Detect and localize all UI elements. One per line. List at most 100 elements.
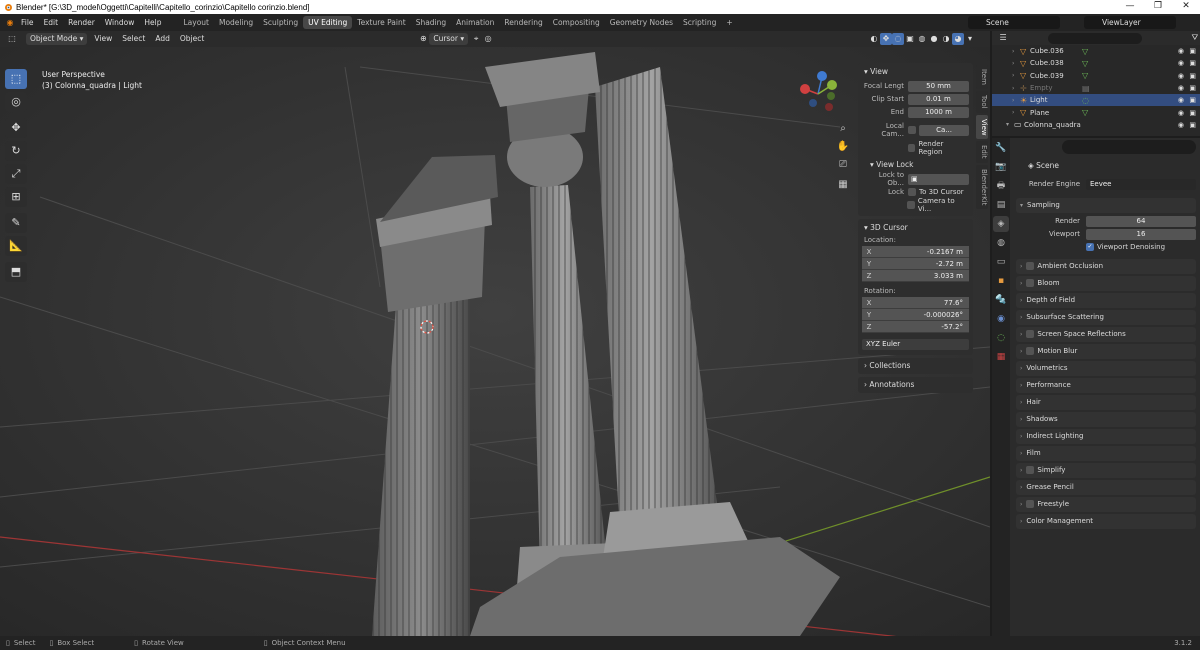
blender-menu-icon[interactable]: ◉: [4, 17, 16, 29]
focal-length-field[interactable]: 50 mm: [908, 80, 969, 92]
scale-tool-icon[interactable]: ⤢: [5, 164, 27, 184]
motion-blur-checkbox[interactable]: [1026, 347, 1035, 355]
view-layer-tab-icon[interactable]: ▤: [993, 197, 1009, 213]
sampling-panel-header[interactable]: ▾ Sampling: [1016, 198, 1196, 213]
shading-options-icon[interactable]: ▾: [964, 33, 976, 45]
gizmo-icon[interactable]: ✥: [880, 33, 892, 45]
tool-settings-tab-icon[interactable]: 🔧: [993, 140, 1009, 156]
move-tool-icon[interactable]: ✥: [5, 118, 27, 138]
cursor-tool-icon[interactable]: ◎: [5, 92, 27, 112]
visibility-eye-icon[interactable]: ◉: [1178, 84, 1184, 92]
outliner-search-input[interactable]: [1048, 32, 1142, 44]
local-camera-field[interactable]: Ca...: [919, 124, 969, 136]
3d-viewport[interactable]: User Perspective (3) Colonna_quadra | Li…: [0, 47, 990, 636]
outliner-editor-icon[interactable]: ☰: [998, 32, 1008, 44]
rotation-mode-dropdown[interactable]: XYZ Euler: [862, 338, 969, 350]
cursor-location-y[interactable]: Y -2.72 m: [862, 258, 969, 270]
workspace-tab-scripting[interactable]: Scripting: [678, 16, 721, 29]
collections-panel[interactable]: › Collections: [858, 358, 973, 374]
lock-to-object-field[interactable]: ▣: [908, 173, 969, 185]
object-data-tab-icon[interactable]: ◌: [993, 330, 1009, 346]
rotate-tool-icon[interactable]: ↻: [5, 141, 27, 161]
tab-tool[interactable]: Tool: [976, 90, 988, 113]
minimize-button[interactable]: —: [1116, 0, 1144, 14]
panel-motion-blur[interactable]: › Motion Blur: [1016, 344, 1196, 359]
filter-icon[interactable]: ⛛: [1190, 32, 1200, 44]
zoom-icon[interactable]: ⌕: [836, 122, 850, 136]
outliner-row-empty[interactable]: › ✛ Empty ▤ ◉ ▣: [992, 82, 1200, 94]
viewport-denoising-checkbox[interactable]: ✓: [1086, 243, 1094, 251]
render-tab-icon[interactable]: 📷: [993, 159, 1009, 175]
panel-subsurface-scattering[interactable]: › Subsurface Scattering: [1016, 310, 1196, 325]
clip-end-field[interactable]: 1000 m: [908, 106, 969, 118]
panel-film[interactable]: › Film: [1016, 446, 1196, 461]
menu-edit[interactable]: Edit: [39, 18, 64, 27]
panel-depth-of-field[interactable]: › Depth of Field: [1016, 293, 1196, 308]
panel-color-management[interactable]: › Color Management: [1016, 514, 1196, 529]
tab-item[interactable]: Item: [976, 65, 988, 89]
cursor-rotation-y[interactable]: Y -0.000026°: [862, 309, 969, 321]
menu-view[interactable]: View: [89, 33, 117, 45]
panel-ambient-occlusion[interactable]: › Ambient Occlusion: [1016, 259, 1196, 274]
panel-volumetrics[interactable]: › Volumetrics: [1016, 361, 1196, 376]
render-samples-field[interactable]: 64: [1086, 215, 1196, 227]
viewport-samples-field[interactable]: 16: [1086, 228, 1196, 240]
cursor-rotation-z[interactable]: Z -57.2°: [862, 321, 969, 333]
lock-to-cursor-checkbox[interactable]: [908, 188, 916, 196]
perspective-toggle-icon[interactable]: ▦: [836, 178, 850, 192]
outliner-row-cube-039[interactable]: › ▽ Cube.039 ▽ ◉ ▣: [992, 70, 1200, 82]
tab-view[interactable]: View: [976, 114, 988, 140]
pivot-dropdown[interactable]: Cursor ▾: [429, 33, 469, 45]
render-camera-icon[interactable]: ▣: [1189, 72, 1196, 80]
workspace-tab-layout[interactable]: Layout: [178, 16, 214, 29]
physics-tab-icon[interactable]: ◉: [993, 311, 1009, 327]
view-panel-header[interactable]: ▾ View: [858, 65, 973, 79]
menu-add[interactable]: Add: [150, 33, 175, 45]
texture-tab-icon[interactable]: ▦: [993, 349, 1009, 365]
workspace-tab-texture-paint[interactable]: Texture Paint: [352, 16, 410, 29]
pan-hand-icon[interactable]: ✋: [836, 140, 850, 154]
workspace-tab-modeling[interactable]: Modeling: [214, 16, 258, 29]
camera-view-icon[interactable]: ⎚: [836, 158, 850, 172]
visibility-icon[interactable]: ◐: [868, 33, 880, 45]
panel-bloom[interactable]: › Bloom: [1016, 276, 1196, 291]
outliner-row-colonna-quadra[interactable]: ▾ ▭ Colonna_quadra ◉ ▣: [992, 119, 1200, 131]
menu-object[interactable]: Object: [175, 33, 209, 45]
cursor-location-x[interactable]: X -0.2167 m: [862, 246, 969, 258]
render-camera-icon[interactable]: ▣: [1189, 59, 1196, 67]
close-button[interactable]: ✕: [1172, 0, 1200, 14]
wireframe-shading-icon[interactable]: ◍: [916, 33, 928, 45]
editor-type-icon[interactable]: ⬚: [6, 33, 18, 45]
render-camera-icon[interactable]: ▣: [1189, 109, 1196, 117]
workspace-tab-geometry-nodes[interactable]: Geometry Nodes: [605, 16, 678, 29]
render-region-checkbox[interactable]: [907, 144, 916, 152]
panel-simplify[interactable]: › Simplify: [1016, 463, 1196, 478]
render-engine-dropdown[interactable]: Eevee: [1086, 178, 1196, 190]
workspace-tab-shading[interactable]: Shading: [411, 16, 451, 29]
bloom-checkbox[interactable]: [1026, 279, 1035, 287]
outliner-row-plane[interactable]: › ▽ Plane ▽ ◉ ▣: [992, 106, 1200, 118]
menu-render[interactable]: Render: [63, 18, 100, 27]
annotations-panel[interactable]: › Annotations: [858, 377, 973, 393]
freestyle-checkbox[interactable]: [1026, 500, 1035, 508]
cursor-rotation-x[interactable]: X 77.6°: [862, 297, 969, 309]
rendered-shading-icon[interactable]: ◕: [952, 33, 964, 45]
visibility-eye-icon[interactable]: ◉: [1178, 121, 1184, 129]
outliner-row-cube-038[interactable]: › ▽ Cube.038 ▽ ◉ ▣: [992, 57, 1200, 69]
output-tab-icon[interactable]: 🖶: [993, 178, 1009, 194]
collection-tab-icon[interactable]: ▭: [993, 254, 1009, 270]
solid-shading-icon[interactable]: ●: [928, 33, 940, 45]
xray-icon[interactable]: ▣: [904, 33, 916, 45]
panel-screen-space-reflections[interactable]: › Screen Space Reflections: [1016, 327, 1196, 342]
menu-file[interactable]: File: [16, 18, 39, 27]
modifiers-tab-icon[interactable]: 🔩: [993, 292, 1009, 308]
visibility-eye-icon[interactable]: ◉: [1178, 96, 1184, 104]
workspace-tab-sculpting[interactable]: Sculpting: [258, 16, 303, 29]
view-lock-header[interactable]: ▾ View Lock: [858, 158, 973, 172]
add-workspace-button[interactable]: +: [721, 16, 737, 29]
render-camera-icon[interactable]: ▣: [1189, 121, 1196, 129]
workspace-tab-uv-editing[interactable]: UV Editing: [303, 16, 353, 29]
transform-tool-icon[interactable]: ⊞: [5, 187, 27, 207]
outliner-row-light[interactable]: › ☀ Light ◌ ◉ ▣: [992, 94, 1200, 107]
tab-edit[interactable]: Edit: [976, 141, 988, 163]
